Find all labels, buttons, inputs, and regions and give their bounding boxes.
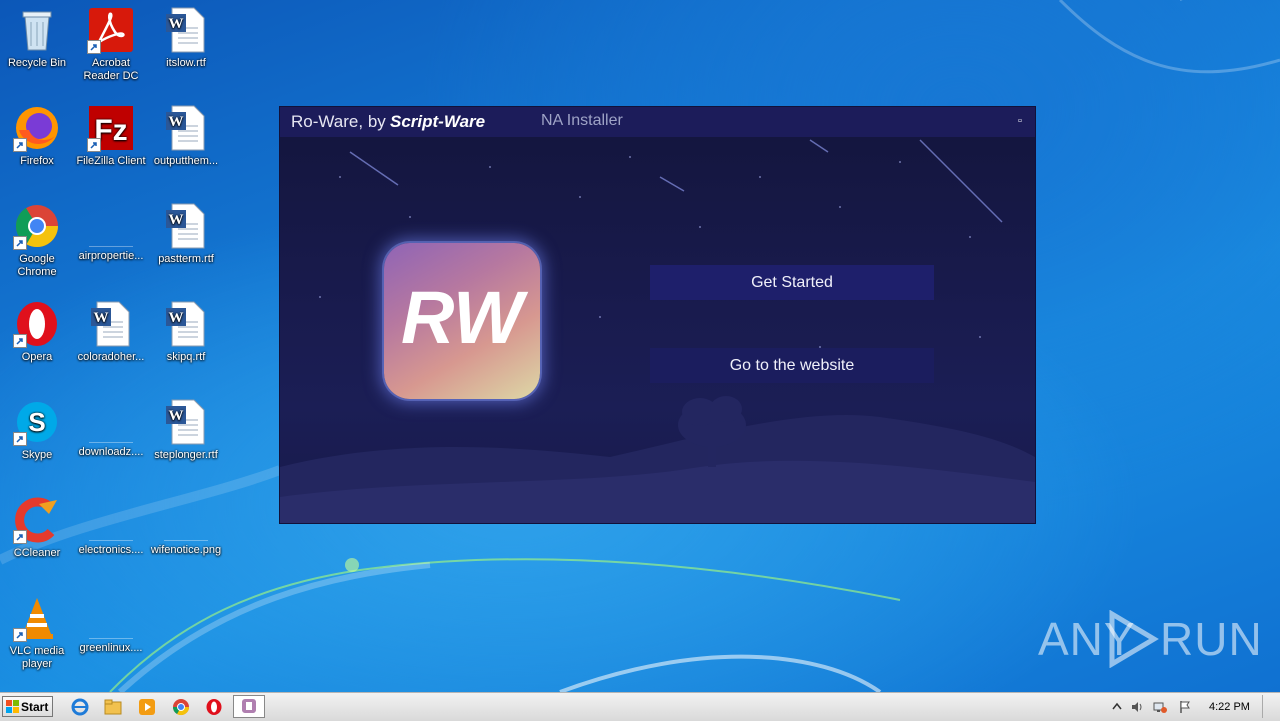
watermark-right-text: RUN <box>1160 613 1263 665</box>
svg-text:S: S <box>28 407 45 437</box>
desktop-icon-vlc[interactable]: VLC media player <box>0 594 74 671</box>
logo-text: RW <box>401 276 529 359</box>
word-doc-icon: W <box>87 300 135 348</box>
desktop-icon-label: itslow.rtf <box>166 57 206 69</box>
desktop-icon-label: Opera <box>21 351 53 363</box>
skype-icon: S <box>13 398 61 446</box>
installer-background: RW Get Started Go to the website <box>280 137 1035 523</box>
desktop-icon-label: VLC media player <box>9 645 65 670</box>
word-doc-icon: W <box>162 300 210 348</box>
desktop-icon-opera[interactable]: Opera <box>0 300 74 364</box>
desktop-icon-itslow[interactable]: W itslow.rtf <box>149 6 223 70</box>
recycle-bin-icon <box>13 6 61 54</box>
taskbar-clock[interactable]: 4:22 PM <box>1209 701 1250 713</box>
desktop-icon-label: pastterm.rtf <box>158 253 214 265</box>
show-desktop-button[interactable] <box>1262 695 1279 718</box>
get-started-button[interactable]: Get Started <box>650 265 934 300</box>
desktop-icon-steplonger[interactable]: W steplonger.rtf <box>149 398 223 462</box>
desktop-icon-skipq[interactable]: W skipq.rtf <box>149 300 223 364</box>
svg-text:W: W <box>169 310 184 326</box>
desktop-icon-label: Skype <box>21 449 53 461</box>
opera-icon <box>13 300 61 348</box>
desktop-icon-acrobat[interactable]: Acrobat Reader DC <box>74 6 148 83</box>
desktop-icon-firefox[interactable]: Firefox <box>0 104 74 168</box>
go-to-website-button[interactable]: Go to the website <box>650 348 934 383</box>
vlc-icon <box>13 594 61 642</box>
desktop-icon-label: steplonger.rtf <box>154 449 218 461</box>
desktop-icon-label: wifenotice.png <box>150 544 222 556</box>
svg-text:W: W <box>169 408 184 424</box>
desktop-icon-label: CCleaner <box>13 547 61 559</box>
opera-taskbar-icon[interactable] <box>205 698 223 716</box>
blank-file-icon <box>89 398 133 443</box>
word-doc-icon: W <box>162 104 210 152</box>
tray-expand-icon[interactable] <box>1110 700 1124 714</box>
desktop-icon-label: skipq.rtf <box>166 351 206 363</box>
start-button[interactable]: Start <box>2 696 53 717</box>
filezilla-icon: Fz <box>87 104 135 152</box>
desktop-icon-label: electronics.... <box>78 544 144 556</box>
chrome-taskbar-icon[interactable] <box>172 698 190 716</box>
desktop-icon-label: airpropertie... <box>78 250 144 262</box>
desktop-icon-filezilla[interactable]: Fz FileZilla Client <box>74 104 148 168</box>
svg-text:W: W <box>169 114 184 130</box>
acrobat-icon <box>87 6 135 54</box>
desktop-icon-outputthem[interactable]: W outputthem... <box>149 104 223 168</box>
windows-logo-icon <box>6 700 19 713</box>
chrome-icon <box>13 202 61 250</box>
desktop-icon-greenlinux[interactable]: greenlinux.... <box>74 594 148 655</box>
blank-file-icon <box>89 496 133 541</box>
svg-text:W: W <box>169 16 184 32</box>
desktop-icon-skype[interactable]: S Skype <box>0 398 74 462</box>
play-icon <box>1109 610 1159 668</box>
desktop-icon-airproperties[interactable]: airpropertie... <box>74 202 148 263</box>
desktop-icon-label: greenlinux.... <box>79 642 143 654</box>
desktop-icon-downloadz[interactable]: downloadz.... <box>74 398 148 459</box>
volume-icon[interactable] <box>1130 700 1144 714</box>
installer-window[interactable]: Ro-Ware, by Script-Ware NA Installer ▫ R… <box>280 107 1035 523</box>
desktop-icon-label: Google Chrome <box>17 253 57 278</box>
installer-taskbar-button[interactable] <box>233 695 265 718</box>
action-center-flag-icon[interactable] <box>1178 700 1192 714</box>
desktop-icon-wifenotice[interactable]: wifenotice.png <box>149 496 223 557</box>
desktop-icon-label: outputthem... <box>153 155 219 167</box>
desktop-icon-label: downloadz.... <box>78 446 144 458</box>
maximize-button[interactable]: ▫ <box>1014 115 1026 127</box>
window-titlebar[interactable]: Ro-Ware, by Script-Ware NA Installer ▫ <box>280 107 1035 137</box>
blank-file-icon <box>164 496 208 541</box>
blank-file-icon <box>89 202 133 247</box>
installer-icon <box>242 699 256 713</box>
desktop-icon-chrome[interactable]: Google Chrome <box>0 202 74 279</box>
desktop-icon-coloradoher[interactable]: W coloradoher... <box>74 300 148 364</box>
desktop-icon-ccleaner[interactable]: CCleaner <box>0 496 74 560</box>
svg-text:W: W <box>169 212 184 228</box>
svg-text:W: W <box>94 310 109 326</box>
desktop-icon-pastterm[interactable]: W pastterm.rtf <box>149 202 223 266</box>
desktop-icon-label: coloradoher... <box>77 351 145 363</box>
desktop-icon-label: Recycle Bin <box>7 57 67 69</box>
desktop-icon-label: Firefox <box>20 155 54 167</box>
firefox-icon <box>13 104 61 152</box>
desktop-icon-electronics[interactable]: electronics.... <box>74 496 148 557</box>
word-doc-icon: W <box>162 398 210 446</box>
taskbar: Start 4:22 PM <box>0 692 1280 721</box>
ie-icon[interactable] <box>71 698 89 716</box>
desktop-icon-label: Acrobat Reader DC <box>83 57 139 82</box>
word-doc-icon: W <box>162 6 210 54</box>
desktop-icon-recycle-bin[interactable]: Recycle Bin <box>0 6 74 70</box>
explorer-icon[interactable] <box>104 698 122 716</box>
ccleaner-icon <box>13 496 61 544</box>
start-label: Start <box>21 700 49 714</box>
window-subtitle: NA Installer <box>541 112 623 129</box>
media-player-icon[interactable] <box>138 698 156 716</box>
word-doc-icon: W <box>162 202 210 250</box>
window-title: Ro-Ware, by <box>291 112 386 131</box>
blank-file-icon <box>89 594 133 639</box>
window-title-brand: Script-Ware <box>390 112 486 131</box>
desktop-icon-label: FileZilla Client <box>76 155 146 167</box>
network-icon[interactable] <box>1153 700 1167 714</box>
roware-logo: RW <box>384 243 540 399</box>
